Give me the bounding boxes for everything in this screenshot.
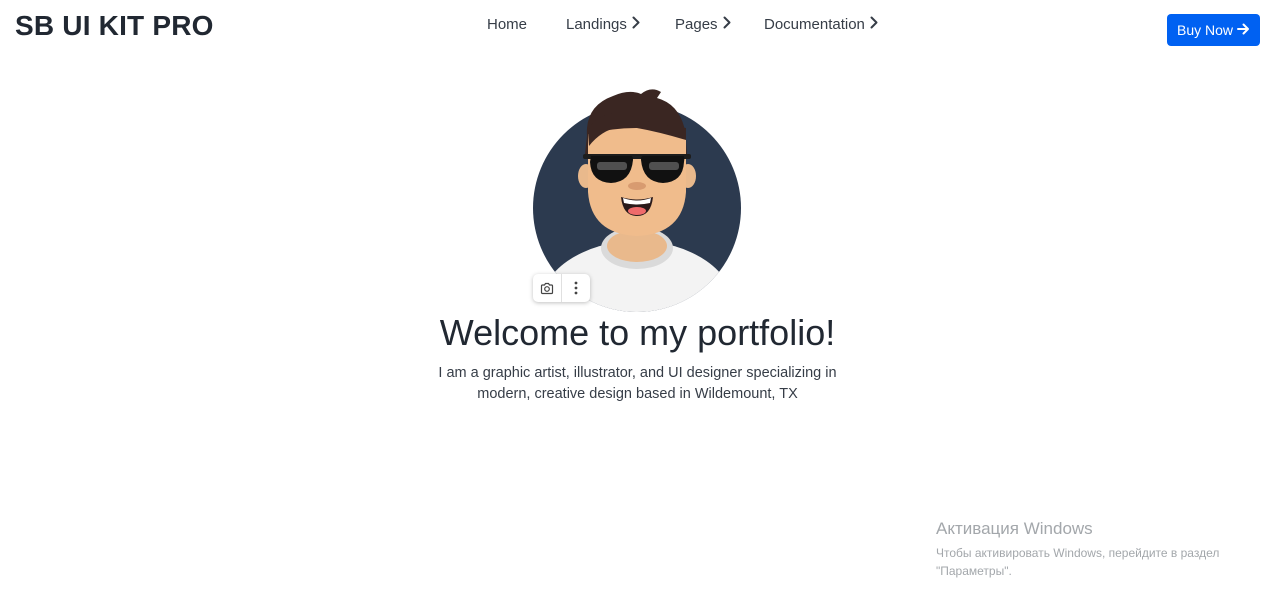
nav-link-pages[interactable]: Pages <box>675 14 731 34</box>
chevron-right-icon <box>632 16 640 33</box>
nav-link-label: Pages <box>675 15 718 33</box>
chevron-right-icon <box>723 16 731 33</box>
page-title: Welcome to my portfolio! <box>439 312 836 353</box>
image-toolbar <box>533 274 590 302</box>
windows-activation-watermark: Активация Windows Чтобы активировать Win… <box>936 519 1236 580</box>
windows-activation-line: Чтобы активировать Windows, перейдите в … <box>936 546 1220 560</box>
buy-now-button[interactable]: Buy Now <box>1167 14 1260 46</box>
nav-link-label: Home <box>487 15 528 33</box>
nav-link-home[interactable]: Home <box>487 14 527 34</box>
nav-link-documentation[interactable]: Documentation <box>764 14 878 34</box>
windows-activation-text: Чтобы активировать Windows, перейдите в … <box>936 544 1236 580</box>
windows-activation-title: Активация Windows <box>936 519 1093 538</box>
chevron-right-icon <box>870 16 878 33</box>
page-subtitle: I am a graphic artist, illustrator, and … <box>438 365 837 402</box>
buy-now-label: Buy Now <box>1176 22 1234 38</box>
navbar: SB UI KIT PRO Home Landings Pages Docume… <box>0 0 1280 60</box>
camera-icon[interactable] <box>533 274 561 302</box>
more-vertical-icon[interactable] <box>562 274 590 302</box>
arrow-right-icon <box>1237 22 1250 38</box>
nav-link-label: Landings <box>566 15 627 33</box>
windows-activation-line: "Параметры". <box>936 564 1012 578</box>
nav-link-label: Documentation <box>764 15 865 33</box>
brand-logo[interactable]: SB UI KIT PRO <box>15 10 214 42</box>
nav-link-landings[interactable]: Landings <box>566 14 640 34</box>
